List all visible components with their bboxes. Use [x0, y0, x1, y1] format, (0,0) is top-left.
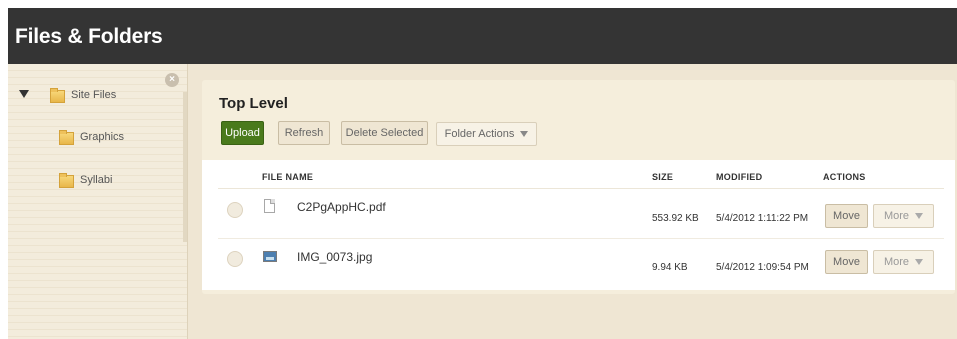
- header-divider: [218, 188, 944, 189]
- column-header-file-name[interactable]: FILE NAME: [262, 172, 313, 182]
- folder-tree-sidebar: [8, 64, 188, 339]
- row-select-checkbox[interactable]: [227, 251, 243, 267]
- pdf-file-icon: [264, 199, 275, 213]
- more-label: More: [883, 210, 910, 222]
- page-title: Files & Folders: [15, 25, 163, 48]
- expand-toggle-icon[interactable]: [19, 90, 29, 98]
- move-button[interactable]: Move: [825, 250, 868, 274]
- file-name-link[interactable]: IMG_0073.jpg: [297, 250, 372, 264]
- row-divider: [218, 238, 944, 239]
- sidebar-item-graphics[interactable]: Graphics: [59, 130, 125, 145]
- sidebar-item-label: Graphics: [80, 130, 125, 143]
- sidebar-scrollbar[interactable]: [183, 92, 187, 242]
- image-file-icon: [263, 251, 277, 262]
- folder-icon: [50, 88, 65, 103]
- refresh-button[interactable]: Refresh: [278, 121, 330, 145]
- file-size: 553.92 KB: [652, 213, 699, 224]
- app-window: Files & Folders × Site Files Graphics Sy…: [0, 0, 957, 339]
- chevron-down-icon: [520, 131, 529, 138]
- delete-selected-button[interactable]: Delete Selected: [341, 121, 428, 145]
- column-header-modified[interactable]: MODIFIED: [716, 172, 762, 182]
- file-name-link[interactable]: C2PgAppHC.pdf: [297, 200, 386, 214]
- file-modified: 5/4/2012 1:11:22 PM: [716, 213, 809, 224]
- row-select-checkbox[interactable]: [227, 202, 243, 218]
- folder-actions-label: Folder Actions: [444, 128, 515, 140]
- column-header-size[interactable]: SIZE: [652, 172, 673, 182]
- sidebar-item-label: Site Files: [71, 88, 117, 101]
- more-button[interactable]: More: [873, 204, 934, 228]
- title-bar: Files & Folders: [8, 8, 957, 64]
- more-button[interactable]: More: [873, 250, 934, 274]
- upload-button[interactable]: Upload: [221, 121, 264, 145]
- folder-title: Top Level: [219, 95, 288, 112]
- sidebar-item-label: Syllabi: [80, 173, 113, 186]
- column-header-actions: ACTIONS: [823, 172, 866, 182]
- folder-icon: [59, 173, 74, 188]
- chevron-down-icon: [915, 213, 924, 220]
- file-modified: 5/4/2012 1:09:54 PM: [716, 262, 809, 273]
- close-icon[interactable]: ×: [165, 73, 179, 87]
- file-size: 9.94 KB: [652, 262, 688, 273]
- chevron-down-icon: [915, 259, 924, 266]
- move-button[interactable]: Move: [825, 204, 868, 228]
- sidebar-item-syllabi[interactable]: Syllabi: [59, 173, 113, 188]
- folder-icon: [59, 130, 74, 145]
- folder-actions-button[interactable]: Folder Actions: [436, 122, 537, 146]
- window-edge: [0, 0, 8, 339]
- more-label: More: [883, 256, 910, 268]
- sidebar-item-site-files[interactable]: Site Files: [50, 88, 117, 103]
